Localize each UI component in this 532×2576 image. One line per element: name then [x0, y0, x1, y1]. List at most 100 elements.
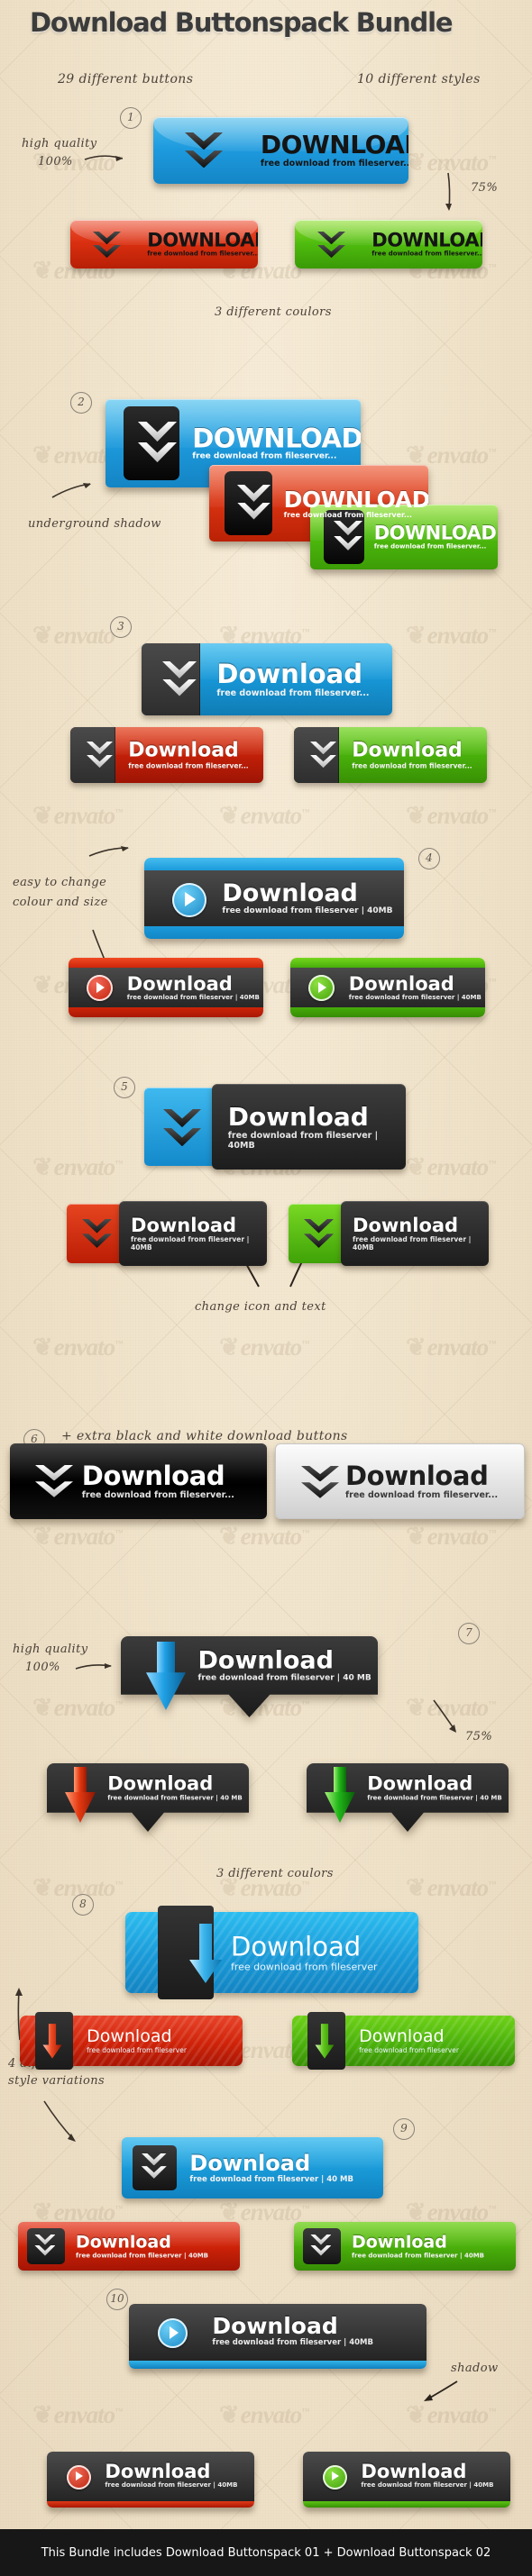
- down-arrow-icon: [315, 2023, 335, 2059]
- annotation-75-percent-b: 75%: [465, 1730, 493, 1743]
- button-label-group: Download free download from fileserver |…: [212, 2315, 373, 2348]
- play-icon: [323, 2465, 347, 2490]
- section-number-3: 3: [110, 616, 132, 638]
- button-s5-blue[interactable]: Download free download from fileserver |…: [144, 1084, 406, 1170]
- button-label-group: DOWNLOAD free download from fileserver..…: [284, 488, 428, 519]
- button-title: DOWNLOAD: [192, 423, 361, 454]
- play-icon: [172, 883, 206, 917]
- button-s6-white[interactable]: Download free download from fileserver..…: [275, 1443, 525, 1519]
- watermark: envato™: [32, 1334, 124, 1361]
- button-s3-green[interactable]: Download free download from fileserver..…: [294, 727, 487, 783]
- button-label-group: Download free download from fileserver..…: [81, 1461, 234, 1501]
- chevron-down-icon: [141, 2153, 167, 2180]
- chevron-down-icon: [237, 485, 271, 522]
- button-s1-blue[interactable]: DOWNLOAD free download from fileserver..…: [153, 117, 408, 184]
- button-s9-red[interactable]: Download free download from fileserver |…: [18, 2222, 240, 2271]
- button-s3-blue[interactable]: Download free download from fileserver..…: [142, 643, 392, 715]
- button-subtitle: free download from fileserver...: [373, 542, 487, 551]
- button-s1-green[interactable]: DOWNLOAD free download from fileserver..…: [295, 220, 482, 269]
- button-title: Download: [367, 1772, 473, 1795]
- button-s1-red[interactable]: DOWNLOAD free download from fileserver..…: [70, 220, 258, 269]
- button-s10-green[interactable]: Download free download from fileserver |…: [303, 2452, 510, 2508]
- chevron-down-icon: [185, 132, 223, 170]
- button-title: Download: [222, 879, 358, 907]
- watermark: envato™: [32, 2401, 124, 2429]
- annotation-buttons-count: 29 different buttons: [58, 72, 194, 86]
- button-s9-blue[interactable]: Download free download from fileserver |…: [122, 2137, 383, 2198]
- button-title: Download: [189, 2151, 311, 2176]
- button-subtitle: free download from fileserver...: [216, 688, 370, 698]
- button-subtitle: free download from fileserver...: [147, 250, 258, 258]
- arrow-stem: [73, 1767, 87, 1797]
- button-s9-green[interactable]: Download free download from fileserver |…: [294, 2222, 516, 2271]
- button-s3-red[interactable]: Download free download from fileserver..…: [70, 727, 263, 783]
- button-label-group: Download free download from fileserver |…: [107, 1773, 243, 1802]
- watermark: envato™: [406, 1334, 497, 1361]
- button-title: Download: [81, 1461, 225, 1491]
- chevron-down-icon: [304, 1219, 334, 1250]
- watermark: envato™: [406, 1523, 497, 1551]
- down-arrow-icon: [325, 1767, 355, 1823]
- chevron-down-icon: [34, 2235, 56, 2257]
- chevron-down-icon: [310, 2235, 332, 2257]
- colour-bar-bottom: [290, 1007, 485, 1017]
- button-label-group: Download free download from fileserver |…: [361, 2462, 493, 2489]
- button-subtitle: free download from fileserver | 40MB: [126, 994, 260, 1001]
- button-s5-red[interactable]: Download free download from fileserver |…: [67, 1201, 267, 1266]
- play-icon: [308, 975, 335, 1001]
- button-s8-red[interactable]: Download free download from fileserver: [20, 2011, 243, 2071]
- button-s10-red[interactable]: Download free download from fileserver |…: [47, 2452, 254, 2508]
- colour-bar-top: [69, 958, 263, 968]
- play-icon: [67, 2465, 91, 2490]
- down-arrow-icon: [65, 1767, 96, 1823]
- button-s7-green[interactable]: Download free download from fileserver |…: [307, 1763, 509, 1832]
- chevron-down-icon: [310, 742, 336, 769]
- button-s7-blue[interactable]: Download free download from fileserver |…: [121, 1636, 378, 1717]
- button-subtitle: free download from fileserver | 40 MB: [367, 1794, 502, 1802]
- annotation-high-quality-b: high quality: [13, 1643, 88, 1656]
- button-title: Download: [359, 2026, 445, 2046]
- annotation-high-quality-b-pct: 100%: [25, 1661, 60, 1674]
- button-subtitle: free download from fileserver...: [128, 761, 249, 770]
- button-title: Download: [105, 2461, 211, 2483]
- button-subtitle: free download from fileserver | 40MB: [131, 1235, 250, 1252]
- button-title: Download: [87, 2026, 172, 2046]
- button-label-group: Download free download from fileserver |…: [76, 2233, 208, 2260]
- button-title: Download: [348, 973, 454, 995]
- button-subtitle: free download from fileserver | 40MB: [212, 2338, 373, 2348]
- button-subtitle: free download from fileserver | 40 MB: [189, 2175, 353, 2184]
- arrow-icon: [433, 1699, 456, 1733]
- play-icon: [87, 975, 113, 1001]
- button-s4-red[interactable]: Download free download from fileserver |…: [69, 958, 263, 1017]
- button-s8-blue[interactable]: Download free download from fileserver: [125, 1905, 418, 2000]
- play-icon: [158, 2318, 188, 2348]
- button-s6-black[interactable]: Download free download from fileserver..…: [10, 1443, 267, 1519]
- button-title: Download: [361, 2461, 467, 2483]
- chevron-down-icon: [162, 661, 197, 698]
- button-subtitle: free download from fileserver: [359, 2046, 459, 2054]
- button-s8-green[interactable]: Download free download from fileserver: [292, 2011, 515, 2071]
- button-title: Download: [345, 1461, 489, 1491]
- button-subtitle: free download from fileserver | 40 MB: [197, 1673, 371, 1682]
- colour-bar-top: [144, 858, 404, 871]
- watermark: envato™: [406, 1874, 497, 1902]
- button-s5-green[interactable]: Download free download from fileserver |…: [289, 1201, 489, 1266]
- button-label-group: Download free download from fileserver |…: [353, 1215, 489, 1252]
- arrow-stem: [333, 1767, 347, 1797]
- annotation-change-icon-text: change icon and text: [195, 1300, 326, 1314]
- chevron-down-icon: [82, 1219, 112, 1250]
- button-s7-red[interactable]: Download free download from fileserver |…: [47, 1763, 249, 1832]
- button-label-group: Download free download from fileserver..…: [352, 740, 472, 770]
- annotation-easy-change-2: colour and size: [13, 896, 108, 909]
- button-s4-blue[interactable]: Download free download from fileserver |…: [144, 858, 404, 939]
- page-title: Download Buttonspack Bundle: [30, 7, 453, 38]
- chevron-down-icon: [317, 232, 345, 259]
- button-label-group: Download free download from fileserver |…: [222, 879, 392, 916]
- watermark: envato™: [32, 1694, 124, 1722]
- button-s10-blue[interactable]: Download free download from fileserver |…: [129, 2304, 427, 2369]
- button-subtitle: free download from fileserver...: [260, 159, 408, 168]
- button-s4-green[interactable]: Download free download from fileserver |…: [290, 958, 485, 1017]
- colour-bar-bottom: [69, 1007, 263, 1017]
- arrow-head: [65, 1791, 96, 1823]
- down-arrow-icon: [188, 1923, 222, 1983]
